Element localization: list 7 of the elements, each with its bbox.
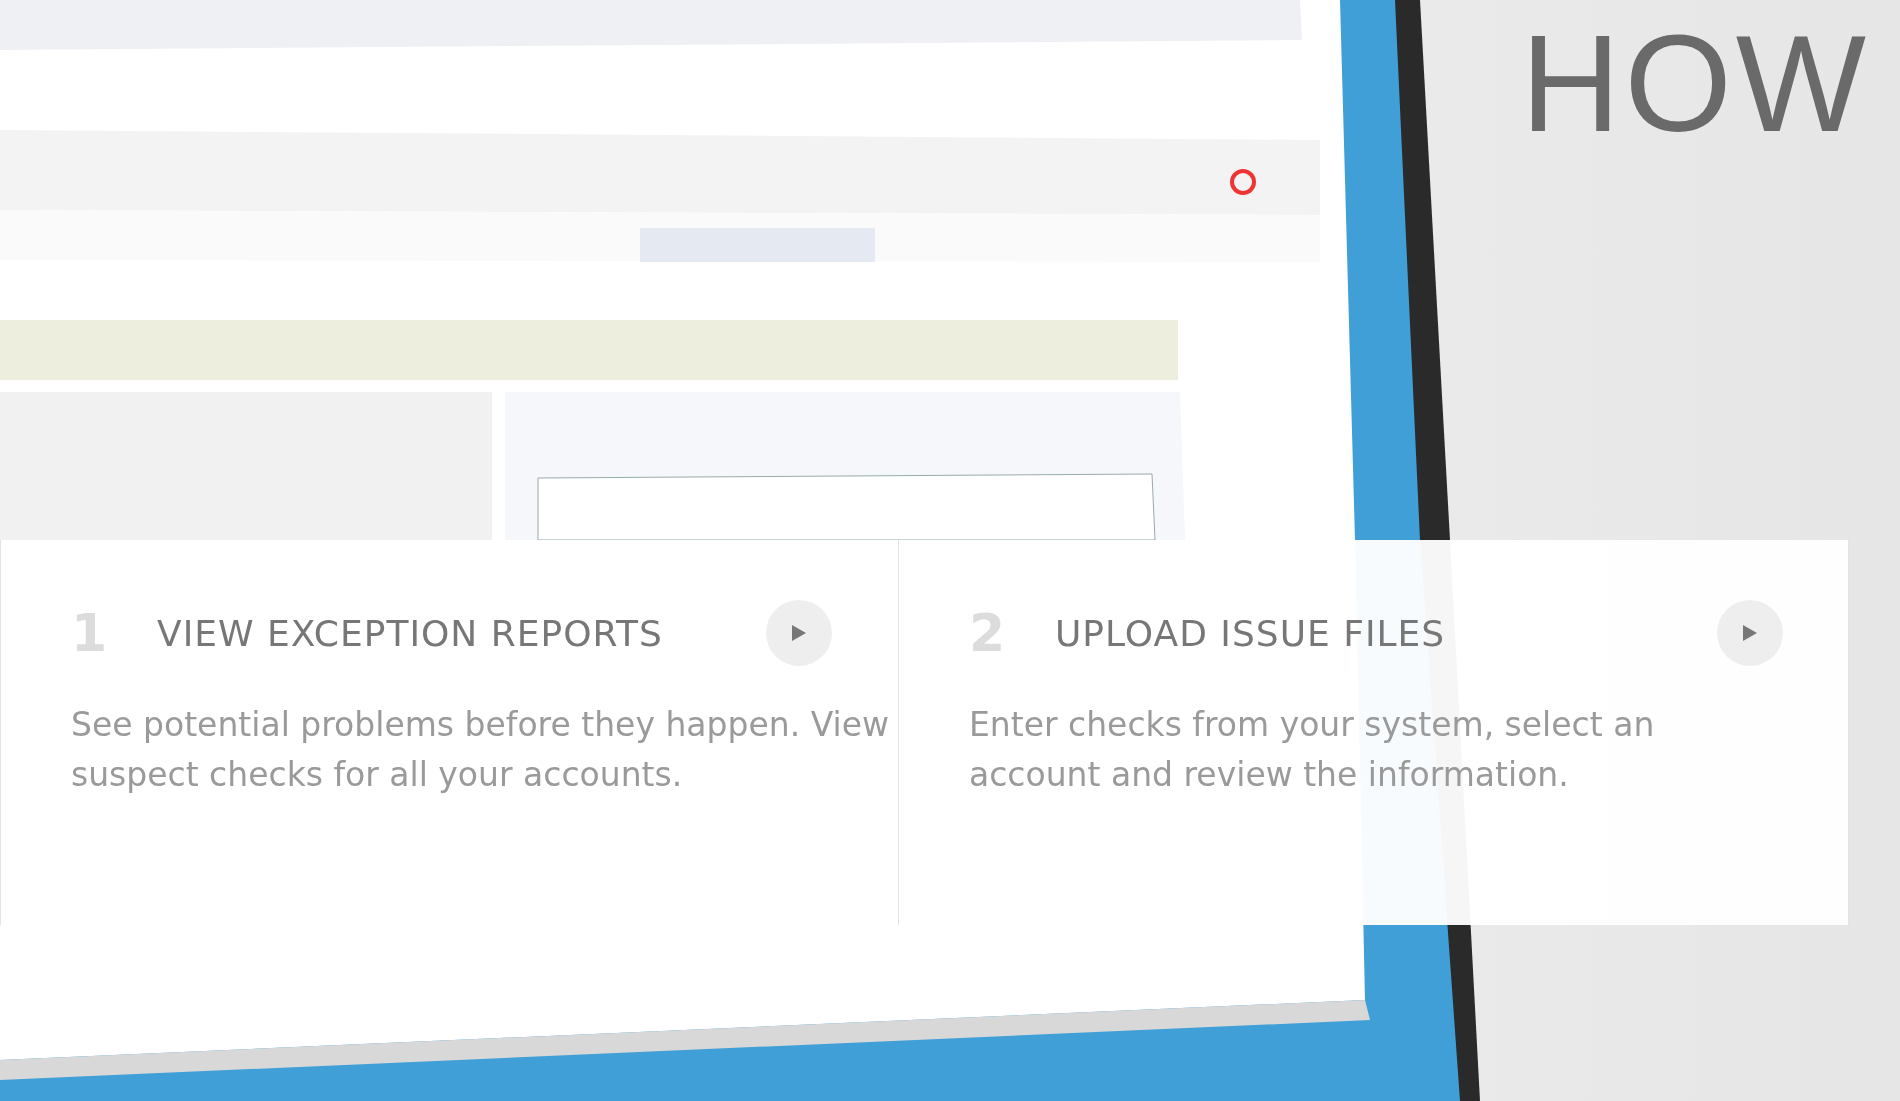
play-icon [791, 624, 807, 642]
page-heading: HOW [1520, 8, 1870, 160]
step-description: See potential problems before they happen. View suspect checks for all your accounts. [71, 704, 890, 796]
step-title: UPLOAD ISSUE FILES [1055, 612, 1447, 654]
step-title: VIEW EXCEPTION REPORTS [157, 612, 664, 654]
step-description: Enter checks from your system, select an account and review the information. [969, 704, 1656, 796]
play-icon [1742, 624, 1758, 642]
